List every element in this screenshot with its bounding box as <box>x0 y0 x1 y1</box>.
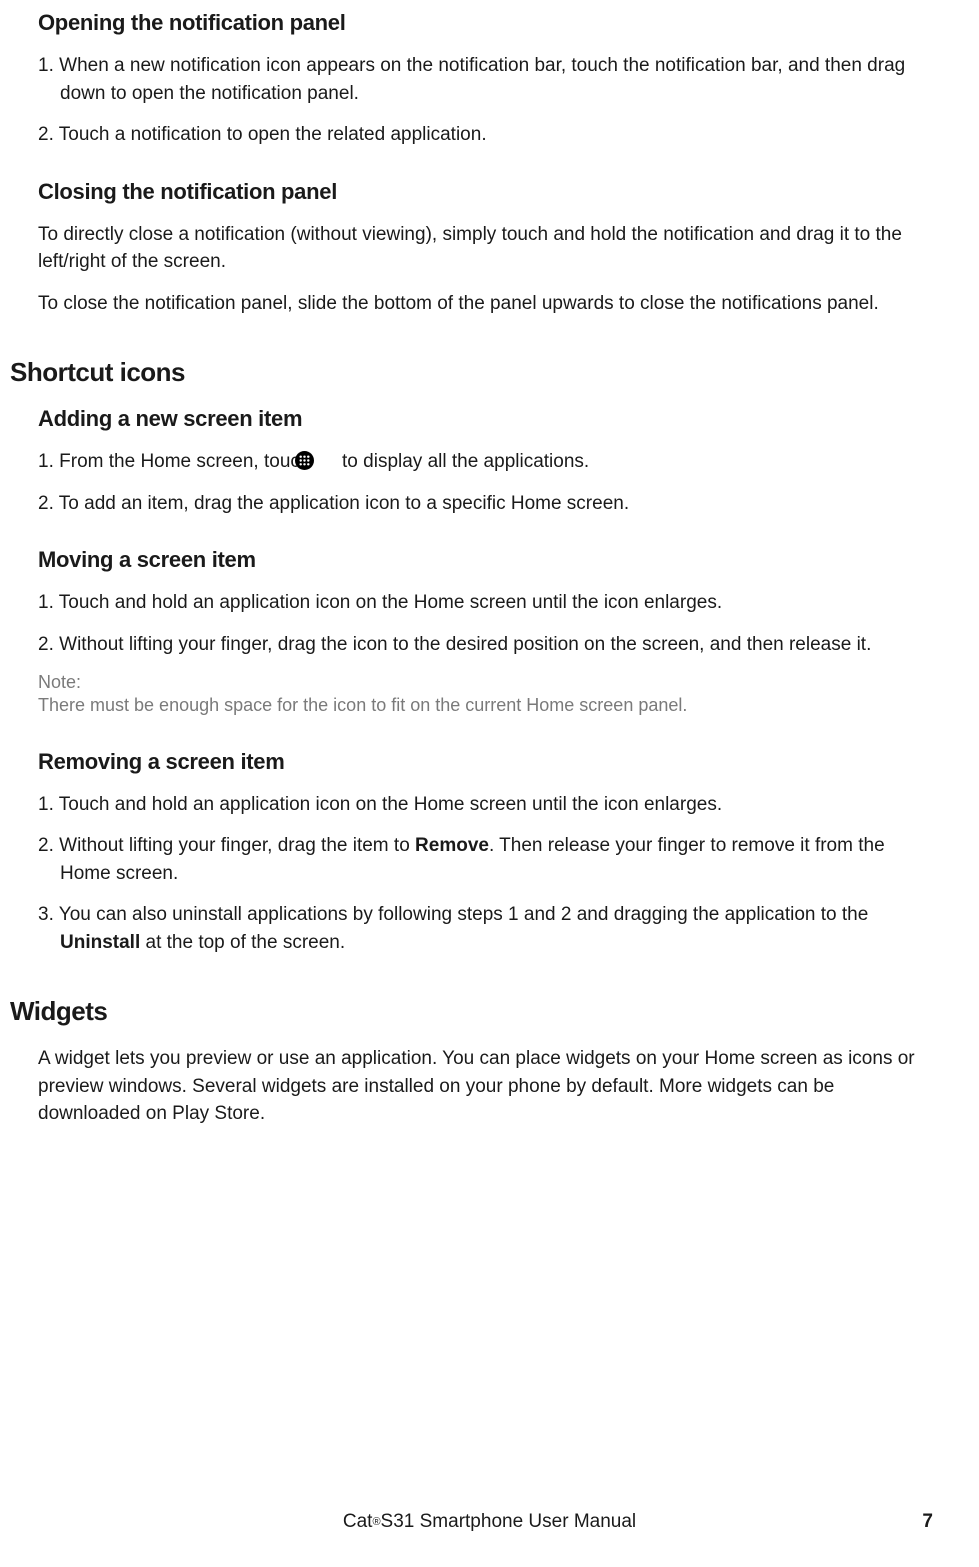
list-removing-steps: Touch and hold an application icon on th… <box>38 791 935 957</box>
list-item: Touch and hold an application icon on th… <box>38 791 935 819</box>
list-item: Touch a notification to open the related… <box>38 121 935 149</box>
text: You can also uninstall applications by f… <box>59 904 868 925</box>
list-item: To add an item, drag the application ico… <box>38 490 935 518</box>
page-number: 7 <box>922 1511 933 1533</box>
bold-remove: Remove <box>415 835 489 856</box>
list-adding-steps: From the Home screen, touch to display a… <box>38 448 935 517</box>
footer: Cat® S31 Smartphone User Manual <box>0 1511 979 1533</box>
list-opening-steps: When a new notification icon appears on … <box>38 52 935 149</box>
footer-brand-pre: Cat <box>343 1511 373 1533</box>
heading-closing-notification-panel: Closing the notification panel <box>38 179 935 205</box>
text: at the top of the screen. <box>140 932 345 953</box>
list-item: When a new notification icon appears on … <box>38 52 935 107</box>
list-item: Without lifting your finger, drag the ic… <box>38 631 935 659</box>
heading-widgets: Widgets <box>10 996 935 1027</box>
note-body: There must be enough space for the icon … <box>38 693 935 718</box>
list-item: Touch and hold an application icon on th… <box>38 589 935 617</box>
text: From the Home screen, touch <box>59 451 316 472</box>
heading-shortcut-icons: Shortcut icons <box>10 357 935 388</box>
footer-brand-post: S31 Smartphone User Manual <box>381 1511 637 1533</box>
paragraph: To close the notification panel, slide t… <box>38 290 935 318</box>
heading-adding-screen-item: Adding a new screen item <box>38 406 935 432</box>
list-item: You can also uninstall applications by f… <box>38 901 935 956</box>
heading-opening-notification-panel: Opening the notification panel <box>38 10 935 36</box>
footer-brand-sup: ® <box>372 1516 380 1528</box>
note-label: Note: <box>38 672 935 693</box>
text: to display all the applications. <box>337 451 589 472</box>
list-item: Without lifting your finger, drag the it… <box>38 832 935 887</box>
apps-grid-icon <box>317 451 336 470</box>
text: Without lifting your finger, drag the it… <box>59 835 415 856</box>
paragraph: To directly close a notification (withou… <box>38 221 935 276</box>
paragraph: A widget lets you preview or use an appl… <box>38 1045 935 1128</box>
bold-uninstall: Uninstall <box>60 932 140 953</box>
heading-removing-screen-item: Removing a screen item <box>38 749 935 775</box>
list-moving-steps: Touch and hold an application icon on th… <box>38 589 935 658</box>
heading-moving-screen-item: Moving a screen item <box>38 547 935 573</box>
list-item: From the Home screen, touch to display a… <box>38 448 935 476</box>
